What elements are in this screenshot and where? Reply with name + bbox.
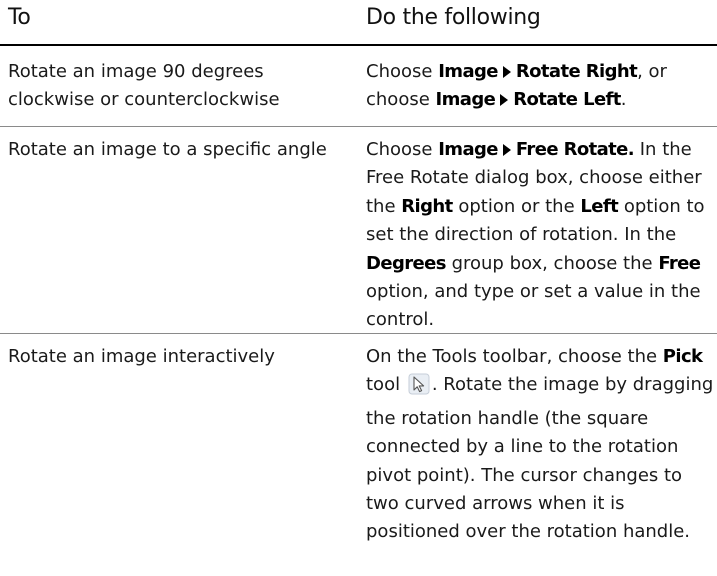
table-row: Rotate an image 90 degrees clockwise or … [0,46,717,127]
ui-term-image: Image [435,89,496,111]
ui-term-free: Free [658,252,701,274]
table-header: To Do the following [0,0,717,46]
menu-arrow-icon [502,65,511,78]
text: On the Tools toolbar, choose the [366,346,663,367]
ui-term-image: Image [438,61,498,82]
ui-term-free-rotate: Free Rotate. [515,139,635,160]
instruction-table: To Do the following Rotate an image 90 d… [0,0,717,576]
text: option, and type or set a value in the c… [366,281,701,331]
text: Choose [366,61,439,82]
steps-cell: On the Tools toolbar, choose the Pick to… [366,343,714,547]
text: . [620,89,627,111]
task-cell: Rotate an image interactively [8,346,275,367]
ui-term-image: Image [438,139,498,160]
ui-term-degrees: Degrees [366,252,446,274]
menu-arrow-icon [500,93,509,106]
text: group box, choose the [445,252,659,274]
ui-term-left: Left [580,195,619,217]
table-row: Rotate an image to a specific angle Choo… [0,127,717,334]
ui-term-rotate-left: Rotate Left [513,89,621,111]
steps-cell: Choose Image Free Rotate. In the Free Rot… [366,136,714,335]
steps-cell: Choose Image Rotate Right, or choose Imag… [366,58,714,115]
text: option or the [452,195,581,217]
ui-term-rotate-right: Rotate Right [515,61,638,82]
text: Choose [366,139,439,160]
table-row: Rotate an image interactively On the Too… [0,334,717,576]
pick-tool-cursor-icon [408,373,430,404]
column-header-do: Do the following [366,5,541,30]
task-cell: Rotate an image to a specific angle [8,139,327,160]
menu-arrow-icon [502,143,511,156]
column-header-to: To [8,5,31,30]
task-cell: Rotate an image 90 degrees clockwise or … [8,61,280,110]
ui-term-right: Right [401,195,453,217]
text: tool [366,374,406,396]
ui-term-pick: Pick [662,346,703,367]
